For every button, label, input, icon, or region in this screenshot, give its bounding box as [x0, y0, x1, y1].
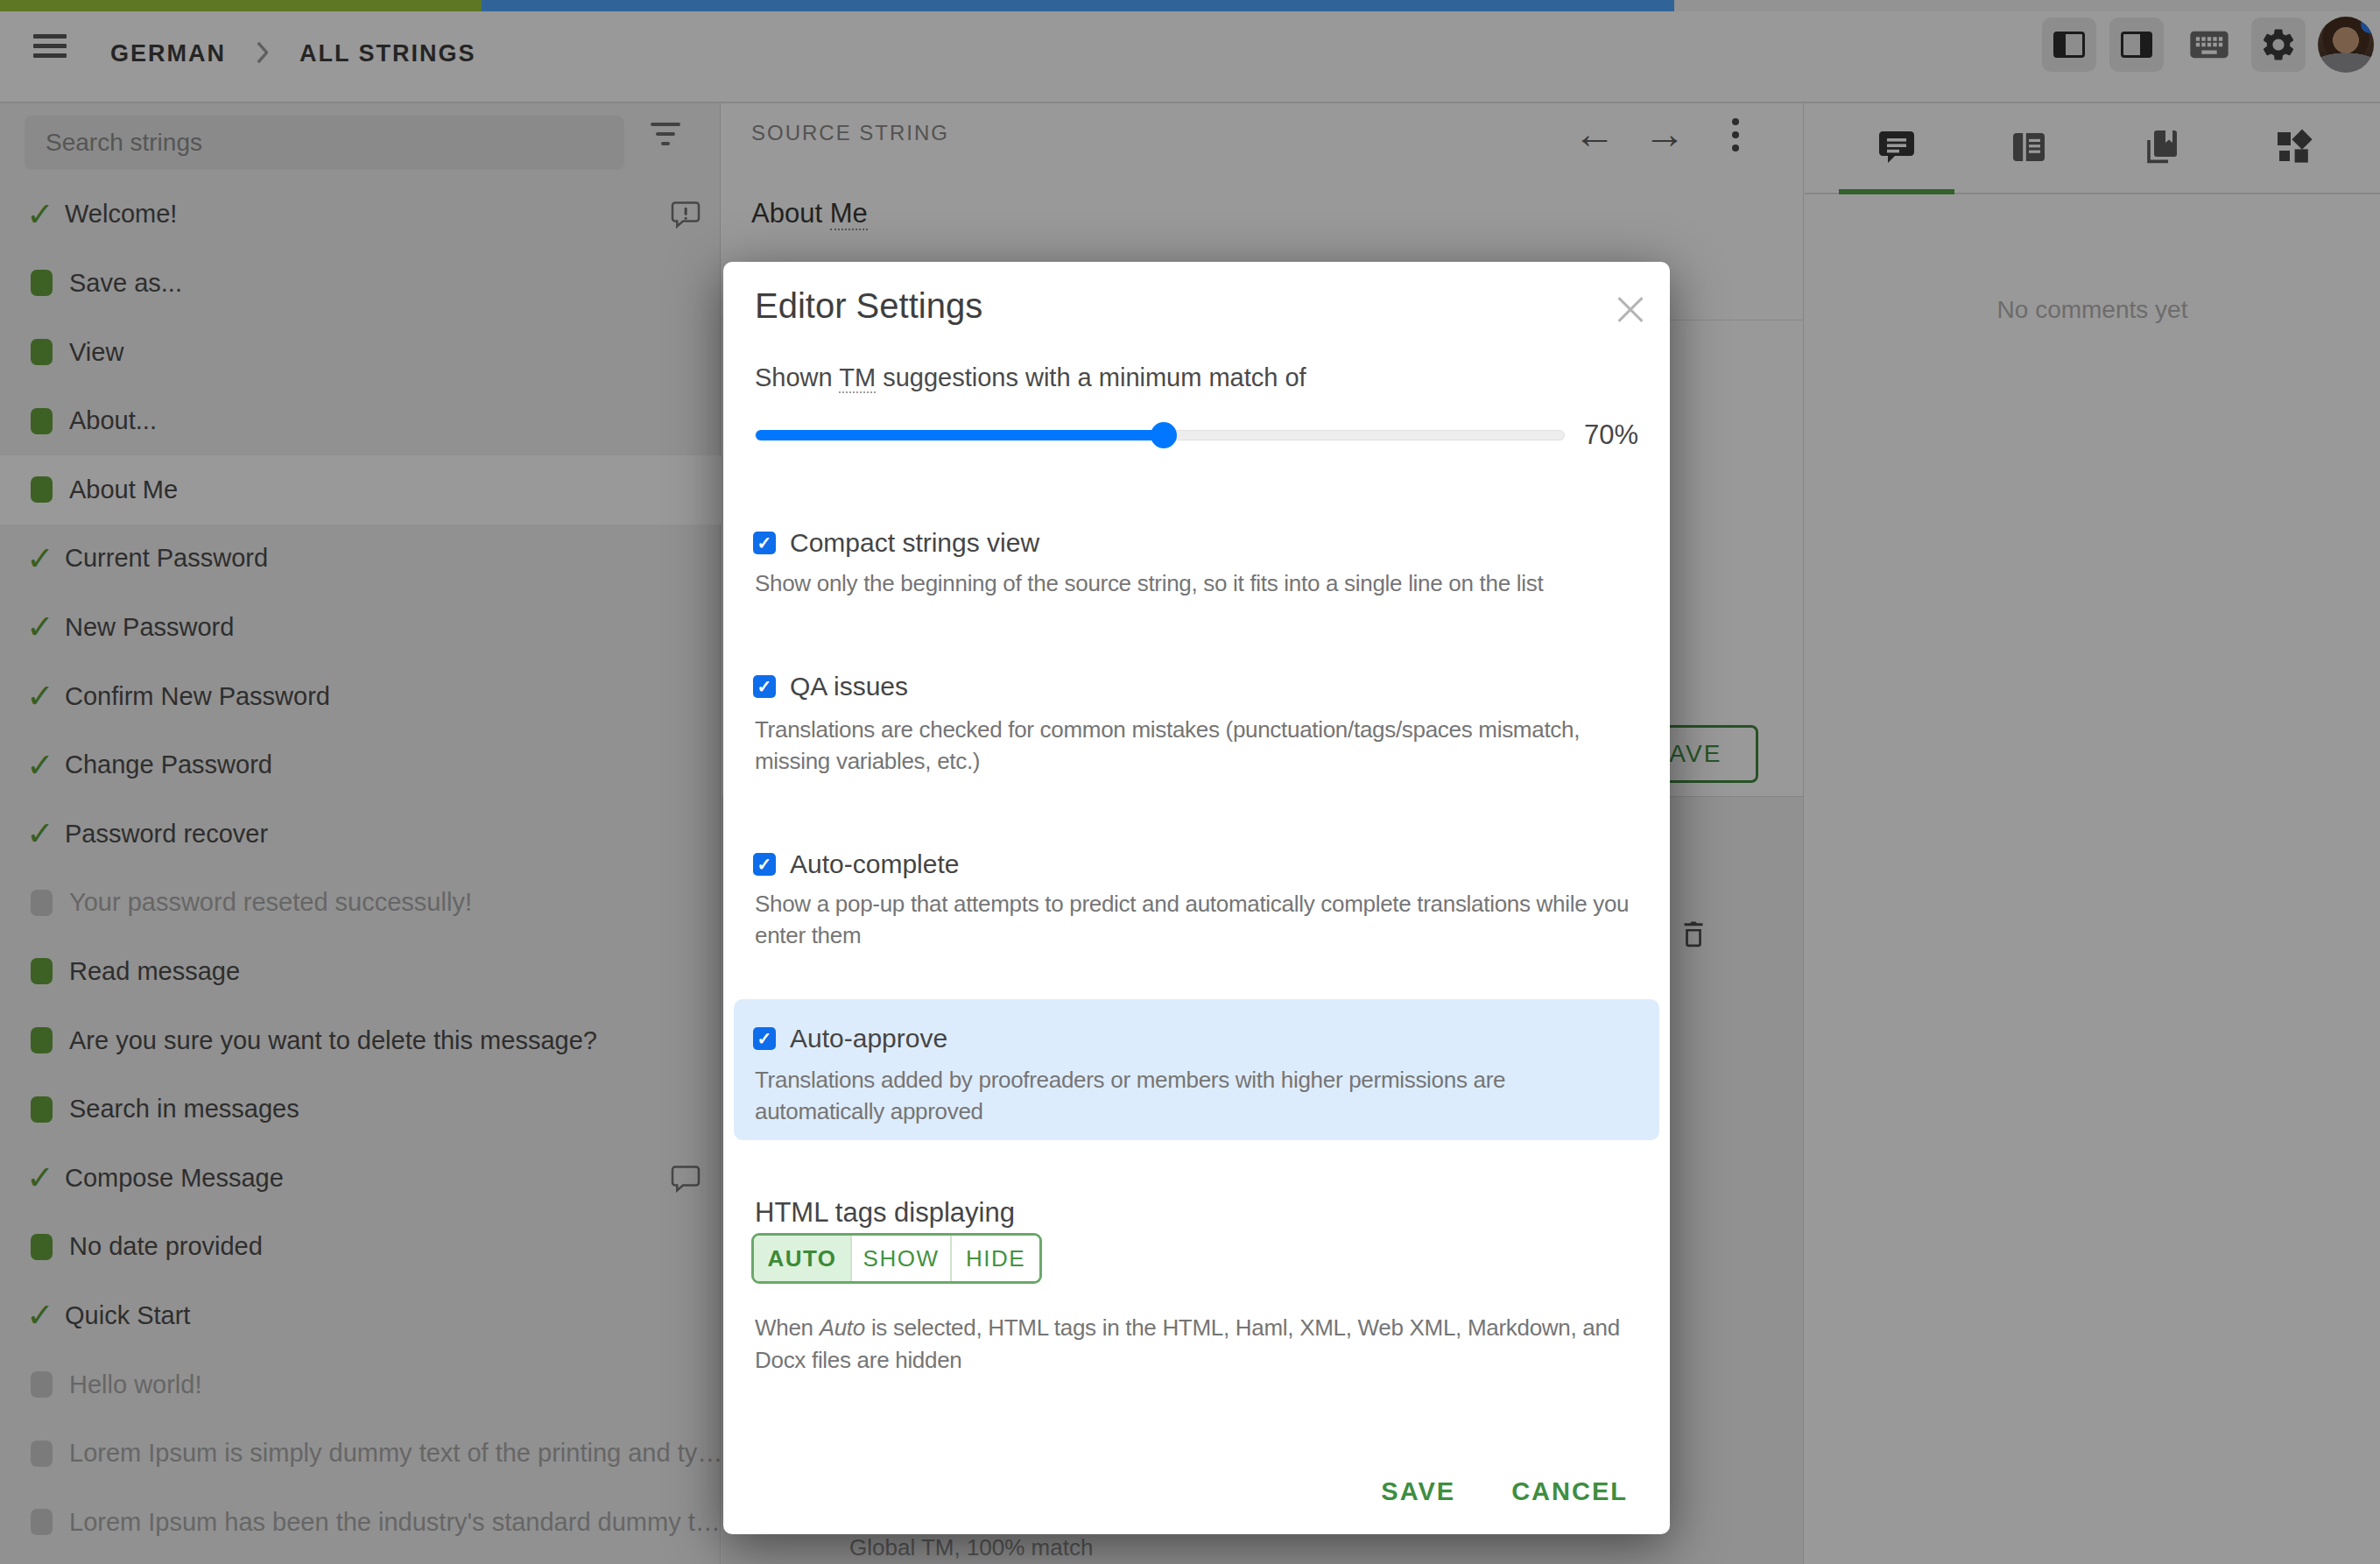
html-tags-segmented-control: AUTOSHOWHIDE [751, 1233, 1042, 1284]
option-description: Show only the beginning of the source st… [755, 567, 1543, 599]
option-label: Auto-complete [790, 849, 959, 879]
option-row[interactable]: ✓ Compact strings view [753, 527, 1039, 559]
html-desc-prefix: When [755, 1314, 820, 1341]
option-description: Translations added by proofreaders or me… [755, 1064, 1505, 1127]
option-row[interactable]: ✓ Auto-complete [753, 849, 959, 880]
tm-threshold-label: Shown TM suggestions with a minimum matc… [755, 363, 1306, 392]
tm-label-prefix: Shown [755, 363, 839, 391]
html-tags-description: When Auto is selected, HTML tags in the … [755, 1312, 1620, 1377]
tm-term: TM [839, 363, 876, 393]
slider-value: 70% [1584, 419, 1638, 451]
checkbox-checked[interactable]: ✓ [753, 853, 776, 876]
editor-settings-modal: Editor Settings Shown TM suggestions wit… [723, 262, 1670, 1534]
option-label: Compact strings view [790, 528, 1039, 558]
html-tags-option-hide[interactable]: HIDE [950, 1236, 1039, 1281]
tm-match-slider[interactable] [755, 430, 1565, 440]
modal-cancel-button[interactable]: CANCEL [1489, 1469, 1651, 1515]
modal-title: Editor Settings [755, 286, 982, 326]
close-icon[interactable] [1614, 293, 1647, 327]
checkbox-checked[interactable]: ✓ [753, 1027, 776, 1050]
option-description: Translations are checked for common mist… [755, 714, 1580, 777]
html-desc-suffix: is selected, HTML tags in the HTML, Haml… [755, 1314, 1620, 1373]
html-tags-option-show[interactable]: SHOW [850, 1236, 950, 1281]
option-label: QA issues [790, 672, 908, 701]
slider-knob[interactable] [1151, 422, 1177, 448]
html-tags-label: HTML tags displaying [755, 1197, 1015, 1229]
checkbox-checked[interactable]: ✓ [753, 675, 776, 698]
modal-actions: SAVE CANCEL [1358, 1469, 1651, 1515]
modal-save-button[interactable]: SAVE [1358, 1469, 1478, 1515]
option-row[interactable]: ✓ Auto-approve [753, 1023, 947, 1054]
html-desc-auto-italic: Auto [820, 1314, 865, 1341]
tm-label-suffix: suggestions with a minimum match of [876, 363, 1306, 391]
html-tags-option-auto[interactable]: AUTO [754, 1236, 850, 1281]
slider-fill [756, 430, 1164, 440]
checkbox-checked[interactable]: ✓ [753, 532, 776, 554]
option-row[interactable]: ✓ QA issues [753, 671, 908, 702]
option-description: Show a pop-up that attempts to predict a… [755, 888, 1629, 951]
option-label: Auto-approve [790, 1024, 947, 1053]
